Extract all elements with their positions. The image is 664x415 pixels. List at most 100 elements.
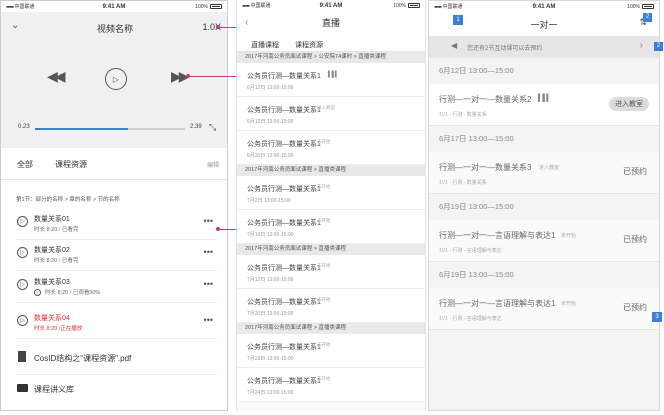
course-title: 公务员行测—数量关系1 bbox=[247, 220, 321, 227]
annotation-line bbox=[218, 27, 236, 28]
session-status: 已预约 bbox=[623, 303, 647, 312]
edit-button[interactable]: 编辑 bbox=[207, 160, 219, 169]
session-item[interactable]: 行测—一对一—言语理解与表达1 未开始 1V1 - 行测 - 言语理解与表达 已… bbox=[429, 220, 659, 262]
list-item[interactable]: ▷ 数量关系02 时长 8:20 / 已看完 ••• bbox=[16, 241, 217, 271]
item-meta: 时长 8:20 /正在播放 bbox=[34, 326, 83, 332]
annotation-badge: 2 bbox=[643, 13, 652, 22]
megaphone-icon: ◀ bbox=[451, 41, 458, 50]
list-item-playing[interactable]: ▷ 数量关系04 时长 8:20 /正在播放 ••• bbox=[16, 309, 217, 339]
video-area[interactable]: ⌄ 视频名称 1.0X ◀◀ ▷ ▶▶ 0.23 2.39 ⤡ bbox=[1, 12, 227, 148]
session-title: 行测—一对一—数量关系3 bbox=[439, 163, 532, 172]
course-item[interactable]: 公务员行测—数量关系1 7月24日 13:00-15:00 未开始 bbox=[237, 368, 425, 402]
enter-classroom-button[interactable]: 进入教室 bbox=[609, 97, 649, 111]
check-icon: ✓ bbox=[34, 289, 41, 296]
course-item[interactable]: 公务员行测—数量关系1 7月22日 13:00-15:00 未开始 bbox=[237, 334, 425, 368]
document-icon bbox=[18, 351, 26, 362]
course-item[interactable]: 公务员行测—数量关系1 6月12日 13:00-15:00 ▍▌▍ bbox=[237, 63, 425, 97]
page-title: 一对一 bbox=[530, 19, 558, 30]
item-title: 数量关系01 bbox=[34, 216, 70, 223]
play-icon: ▷ bbox=[17, 279, 28, 290]
tab-resources[interactable]: 课程资源 bbox=[295, 40, 323, 50]
course-date: 7月10日 13:00-15:00 bbox=[247, 232, 294, 238]
course-date: 7月20日 13:00-15:00 bbox=[247, 311, 294, 317]
annotation-badge: 1 bbox=[453, 15, 463, 25]
page-title: 直播 bbox=[321, 17, 340, 28]
status-bar: ●●●●● 中国联通 9:41 AM 100% bbox=[237, 0, 425, 11]
annotation-dot bbox=[186, 74, 190, 78]
date-header: 6月19日 13:00—15:00 bbox=[439, 270, 514, 279]
session-item[interactable]: 行测—一对一—数量关系2 ▍▌▍ 1V1 - 行测 - 数量关系 进入教室 bbox=[429, 84, 659, 126]
course-title: 公务员行测—数量关系1 bbox=[247, 299, 321, 306]
course-tag: 未开始 bbox=[317, 184, 331, 189]
course-item[interactable]: 公务员行测—数量关系1 6月12日 13:00-15:00 进入教室 bbox=[237, 97, 425, 131]
course-title: 公务员行测—数量关系1 bbox=[247, 186, 321, 193]
session-meta: 1V1 - 行测 - 数量关系 bbox=[439, 180, 487, 186]
tab-all[interactable]: 全部 bbox=[17, 159, 33, 170]
tab-bar: 全部 课程资源 编辑 bbox=[1, 148, 227, 180]
more-icon[interactable]: ••• bbox=[204, 216, 213, 226]
course-date: 7月12日 13:00-15:00 bbox=[247, 277, 294, 283]
notice-bar[interactable]: ◀ 您还有2节互动课可以去预约 › bbox=[429, 36, 659, 58]
course-item[interactable]: 公务员行测—数量关系1 7月12日 13:00-15:00 未开始 bbox=[237, 255, 425, 289]
play-button[interactable]: ▷ bbox=[105, 68, 127, 90]
list-item[interactable]: ▷ 数量关系01 时长 8:20 / 已看完 ••• bbox=[16, 210, 217, 240]
play-icon: ▷ bbox=[17, 216, 28, 227]
course-item[interactable]: 公务员行测—数量关系1 7月2日 13:00-15:00 未开始 bbox=[237, 176, 425, 210]
course-tag: 未开始 bbox=[317, 342, 331, 347]
course-date: 7月24日 13:00-15:00 bbox=[247, 390, 294, 396]
course-item[interactable]: 公务员行测—数量关系1 7月10日 13:00-15:00 未开始 bbox=[237, 210, 425, 244]
battery-icon bbox=[642, 4, 654, 9]
course-title: 公务员行测—数量关系1 bbox=[247, 344, 321, 351]
annotation-badge: 2 bbox=[654, 42, 663, 51]
course-tag: 未开始 bbox=[317, 263, 331, 268]
progress-fill bbox=[35, 128, 128, 130]
tab-live-courses[interactable]: 直播课程 bbox=[251, 40, 279, 50]
item-title: 数量关系03 bbox=[34, 279, 70, 286]
chevron-right-icon[interactable]: › bbox=[640, 40, 643, 51]
progress-track[interactable] bbox=[35, 128, 185, 130]
course-date: 7月22日 13:00-15:00 bbox=[247, 356, 294, 362]
fullscreen-icon[interactable]: ⤡ bbox=[209, 122, 216, 133]
annotation-line bbox=[218, 229, 236, 230]
session-title: 行测—一对一—数量关系2 bbox=[439, 95, 532, 104]
play-icon: ▷ bbox=[17, 315, 28, 326]
folder-item[interactable]: 课程讲义库 bbox=[16, 379, 216, 401]
fast-forward-icon[interactable]: ▶▶ bbox=[171, 68, 189, 85]
tab-resources[interactable]: 课程资源 bbox=[55, 159, 87, 170]
nav-bar: ‹ 直播 bbox=[237, 11, 425, 33]
battery-icon bbox=[210, 4, 222, 9]
course-title: 公务员行测—数量关系1 bbox=[247, 265, 321, 272]
course-item[interactable]: 公务员行测—数量关系1 7月20日 13:00-15:00 未开始 bbox=[237, 289, 425, 323]
course-tag: 未开始 bbox=[317, 376, 331, 381]
section-header: 2017年河南公务员面试课程 > 直播类课程 bbox=[237, 323, 425, 334]
status-bar: ●●●●● 中国联通 9:41 AM 100% bbox=[1, 1, 227, 12]
session-title: 行测—一对一—言语理解与表达1 bbox=[439, 299, 556, 308]
rewind-icon[interactable]: ◀◀ bbox=[47, 68, 65, 85]
total-time: 2.39 bbox=[190, 124, 202, 130]
status-bar: ●●●●● 中国联通 9:41 AM 100% bbox=[429, 1, 659, 12]
course-date: 6月12日 13:00-15:00 bbox=[247, 85, 294, 91]
course-title: 公务员行测—数量关系1 bbox=[247, 378, 321, 385]
annotation-dot bbox=[216, 227, 220, 231]
session-tag: 未开始 bbox=[561, 301, 577, 307]
video-player-screen: ●●●●● 中国联通 9:41 AM 100% ⌄ 视频名称 1.0X ◀◀ ▷… bbox=[0, 0, 228, 411]
annotation-badge: 3 bbox=[652, 312, 662, 322]
session-item[interactable]: 行测—一对一—数量关系3 进入教室 1V1 - 行测 - 数量关系 已预约 bbox=[429, 152, 659, 194]
more-icon[interactable]: ••• bbox=[204, 315, 213, 325]
file-item[interactable]: CosID结构之"课程资源".pdf bbox=[16, 343, 217, 375]
session-tag: 进入教室 bbox=[539, 165, 560, 171]
file-name: CosID结构之"课程资源".pdf bbox=[34, 354, 132, 363]
more-icon[interactable]: ••• bbox=[204, 279, 213, 289]
more-icon[interactable]: ••• bbox=[204, 247, 213, 257]
list-item[interactable]: ▷ 数量关系03 ✓ 时长 8:20 / 已观看50% ••• bbox=[16, 273, 217, 303]
play-icon: ▷ bbox=[17, 247, 28, 258]
course-tag: 进入教室 bbox=[317, 105, 335, 110]
date-header: 6月19日 13:00—15:00 bbox=[439, 202, 514, 211]
section-header: 2017年河南公务员面试课程 > 直播类课程 bbox=[237, 244, 425, 255]
session-item[interactable]: 行测—一对一—言语理解与表达1 未开始 1V1 - 行测 - 言语理解与表达 已… bbox=[429, 288, 659, 330]
course-date: 6月12日 13:00-15:00 bbox=[247, 119, 294, 125]
course-item[interactable]: 公务员行测—数量关系1 6月20日 13:00-15:00 未开始 bbox=[237, 131, 425, 165]
live-bars-icon: ▍▌▍ bbox=[328, 72, 340, 78]
item-title: 数量关系04 bbox=[34, 315, 70, 322]
annotation-line bbox=[188, 76, 236, 77]
